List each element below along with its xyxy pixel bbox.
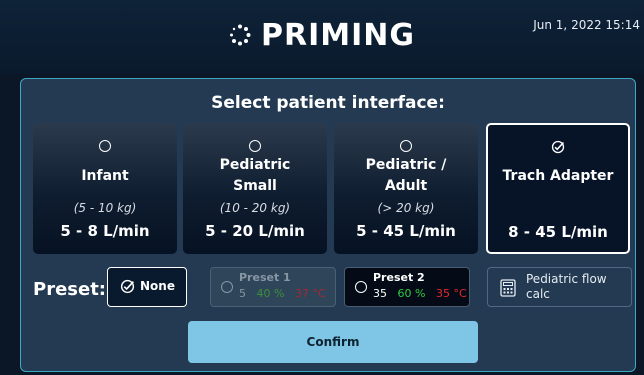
interface-name: Infant [81, 168, 129, 184]
interface-name-line-2: Adult [384, 178, 428, 194]
preset-2-values: 35 60 % 35 °C [373, 287, 467, 300]
interface-card-pediatric-small[interactable]: Pediatric Small (10 - 20 kg) 5 - 20 L/mi… [183, 123, 327, 254]
preset-2-temp: 35 °C [435, 287, 467, 300]
spinner-icon [229, 19, 251, 54]
top-bar: PRIMING Jun 1, 2022 15:14 [0, 0, 644, 74]
interface-flow: 8 - 45 L/min [508, 223, 608, 241]
interface-weight: (> 20 kg) [377, 201, 435, 215]
preset-1-flow: 5 [239, 287, 246, 300]
pediatric-flow-calc-label: Pediatric flow calc [526, 272, 607, 301]
interface-card-pediatric-adult[interactable]: Pediatric / Adult (> 20 kg) 5 - 45 L/min [334, 123, 478, 254]
interface-weight: (5 - 10 kg) [73, 201, 137, 215]
preset-1-oxygen: 40 % [256, 287, 285, 300]
interface-flow: 5 - 20 L/min [205, 222, 305, 240]
radio-icon [99, 140, 111, 152]
interface-name-line-1: Pediatric / [365, 157, 447, 173]
panel-title: Select patient interface: [211, 93, 445, 113]
preset-none-label: None [140, 279, 175, 293]
interface-name-line-1: Pediatric [219, 157, 291, 173]
interface-panel: Select patient interface: Infant (5 - 10… [20, 78, 636, 372]
interface-weight: (10 - 20 kg) [219, 201, 291, 215]
interface-card-trach-adapter[interactable]: Trach Adapter 8 - 45 L/min [486, 123, 630, 254]
pediatric-flow-calc-button[interactable]: Pediatric flow calc [487, 267, 632, 307]
radio-icon [221, 281, 233, 293]
date-time: Jun 1, 2022 15:14 [533, 18, 640, 32]
check-icon [551, 139, 565, 158]
preset-none-button[interactable]: None [107, 267, 187, 307]
confirm-button[interactable]: Confirm [188, 321, 478, 363]
interface-name-line-2: Small [233, 178, 277, 194]
interface-name: Trach Adapter [502, 168, 614, 184]
preset-1-values: 5 40 % 37 °C [239, 287, 326, 300]
radio-icon [400, 140, 412, 152]
preset-1-temp: 37 °C [294, 287, 326, 300]
preset-label: Preset: [33, 279, 107, 300]
interface-flow: 5 - 8 L/min [60, 222, 150, 240]
interface-card-infant[interactable]: Infant (5 - 10 kg) 5 - 8 L/min [33, 123, 177, 254]
preset-2-flow: 35 [373, 287, 387, 300]
radio-icon [249, 140, 261, 152]
radio-icon [355, 281, 367, 293]
preset-2-title: Preset 2 [373, 271, 425, 284]
title-text: PRIMING [261, 18, 415, 53]
calculator-icon [500, 279, 516, 301]
preset-2-button[interactable]: Preset 2 35 60 % 35 °C [344, 267, 470, 307]
preset-1-button[interactable]: Preset 1 5 40 % 37 °C [210, 267, 336, 307]
interface-flow: 5 - 45 L/min [356, 222, 456, 240]
check-icon [120, 279, 135, 298]
preset-2-oxygen: 60 % [397, 287, 426, 300]
preset-1-title: Preset 1 [239, 271, 291, 284]
